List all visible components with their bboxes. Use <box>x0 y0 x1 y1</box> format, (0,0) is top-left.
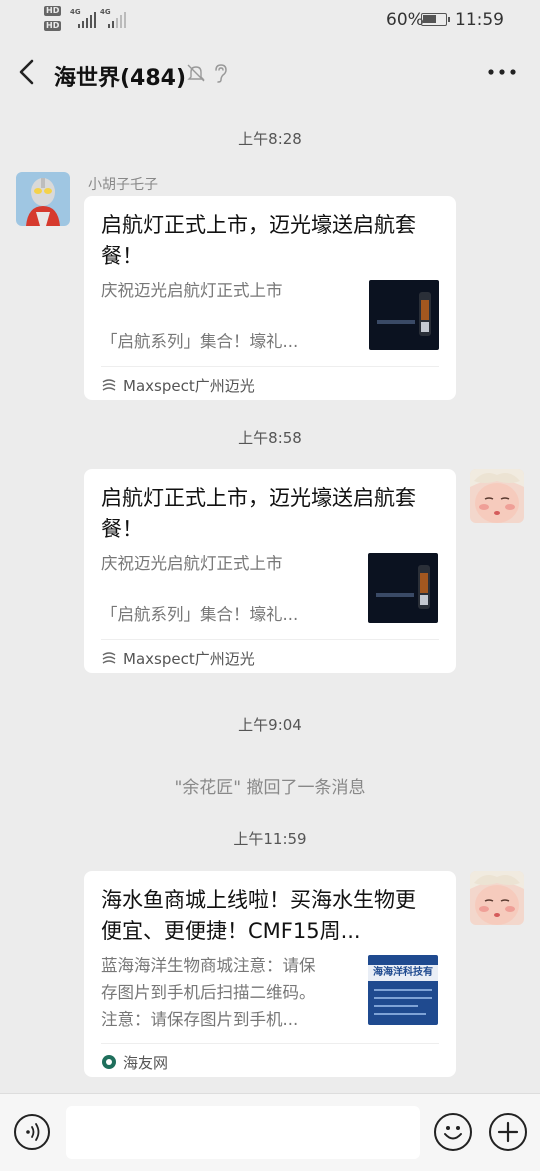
card-desc-line2: 「启航系列」集合！壕礼... <box>101 332 299 351</box>
timestamp: 上午11:59 <box>233 830 307 848</box>
baby-avatar-icon <box>470 469 524 523</box>
status-time: 11:59 <box>455 10 504 30</box>
card-desc-line1: 庆祝迈光启航灯正式上市 <box>101 281 283 300</box>
card-footer: Maxspect广州迈光 <box>101 639 439 674</box>
emoji-icon[interactable] <box>434 1113 472 1151</box>
card-title: 启航灯正式上市，迈光壕送启航套餐！ <box>101 213 416 268</box>
plus-icon[interactable] <box>489 1113 527 1151</box>
sim1-hd-badge: HD <box>44 6 62 16</box>
timestamp: 上午9:04 <box>238 716 302 734</box>
card-thumbnail <box>368 553 438 623</box>
timestamp: 上午8:58 <box>238 429 302 447</box>
link-card[interactable]: 启航灯正式上市，迈光壕送启航套餐！ 庆祝迈光启航灯正式上市 「启航系列」集合！壕… <box>84 196 456 400</box>
avatar[interactable] <box>16 172 70 226</box>
voice-icon[interactable] <box>14 1114 50 1150</box>
card-footer: Maxspect广州迈光 <box>101 366 439 401</box>
card-source: Maxspect广州迈光 <box>123 377 255 395</box>
sim2-hd-badge: HD <box>44 21 62 31</box>
timestamp: 上午8:28 <box>238 130 302 148</box>
battery-icon <box>421 13 450 26</box>
bell-muted-icon <box>187 64 205 82</box>
back-arrow-icon[interactable] <box>14 58 42 86</box>
sender-name: 小胡子乇子 <box>88 177 158 193</box>
recall-notice: "余花匠" 撤回了一条消息 <box>174 778 366 798</box>
card-source: Maxspect广州迈光 <box>123 650 255 668</box>
card-source: 海友网 <box>123 1054 169 1072</box>
maxspect-logo-icon <box>102 652 116 664</box>
link-card[interactable]: 启航灯正式上市，迈光壕送启航套餐！ 庆祝迈光启航灯正式上市 「启航系列」集合！壕… <box>84 469 456 673</box>
card-desc-line1: 蓝海海洋生物商城注意：请保 <box>101 956 316 975</box>
haiyou-logo-icon <box>102 1055 116 1069</box>
signal-1-icon <box>78 12 96 28</box>
ear-icon <box>215 64 227 83</box>
card-desc-line2: 存图片到手机后扫描二维码。 <box>101 983 316 1002</box>
more-icon[interactable] <box>486 62 518 82</box>
signal-2-icon <box>108 12 126 28</box>
card-desc-line3: 注意：请保存图片到手机... <box>101 1010 299 1029</box>
thumbnail-text: 海海洋科技有 <box>368 965 438 981</box>
card-footer: 海友网 <box>101 1043 439 1078</box>
card-thumbnail <box>369 280 439 350</box>
card-thumbnail: 海海洋科技有 <box>368 955 438 1025</box>
ultraman-avatar-icon <box>16 172 70 226</box>
avatar[interactable] <box>470 469 524 523</box>
input-bar <box>0 1093 540 1171</box>
card-desc-line2: 「启航系列」集合！壕礼... <box>101 605 299 624</box>
status-bar: HD HD 4G 4G 60% 11:59 <box>0 0 540 40</box>
card-title: 海水鱼商城上线啦！买海水生物更便宜、更便捷！CMF15周... <box>101 888 416 943</box>
link-card[interactable]: 海水鱼商城上线啦！买海水生物更便宜、更便捷！CMF15周... 蓝海海洋生物商城… <box>84 871 456 1077</box>
chat-title: 海世界(484) <box>54 66 187 91</box>
chat-header: 海世界(484) <box>0 44 540 104</box>
card-title: 启航灯正式上市，迈光壕送启航套餐！ <box>101 486 416 541</box>
maxspect-logo-icon <box>102 379 116 391</box>
battery-percent: 60% <box>386 10 424 30</box>
card-desc-line1: 庆祝迈光启航灯正式上市 <box>101 554 283 573</box>
network-indicators: HD HD 4G 4G <box>44 6 128 36</box>
baby-avatar-icon <box>470 871 524 925</box>
message-input[interactable] <box>66 1106 420 1159</box>
avatar[interactable] <box>470 871 524 925</box>
